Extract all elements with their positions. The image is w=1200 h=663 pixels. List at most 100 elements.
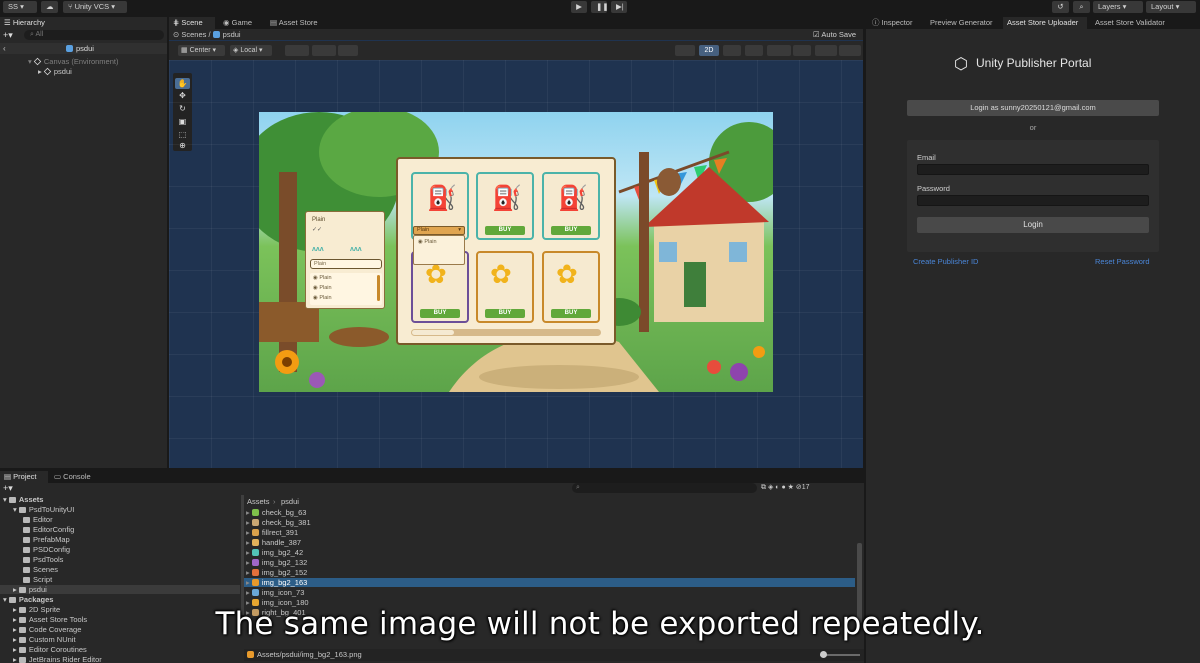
expand-arrow-icon[interactable]: ▸ [13,585,19,594]
space-dropdown[interactable]: ◈ Local ▾ [230,45,272,56]
folder-tree-item[interactable]: ▸ Editor Coroutines [13,645,87,654]
expand-arrow-icon[interactable]: ▸ [246,548,252,557]
file-list-item[interactable]: ▸ check_bg_63 [244,508,855,517]
expand-arrow-icon[interactable]: ▸ [246,578,252,587]
progress-bar[interactable] [411,329,601,336]
vcs-dropdown[interactable]: ⑂ Unity VCS ▾ [63,1,127,13]
layout-dropdown[interactable]: Layout ▾ [1146,1,1196,13]
scene-header[interactable]: ‹ psdui [0,43,167,54]
expand-arrow-icon[interactable]: ▸ [13,645,19,654]
pivot-dropdown[interactable]: ▦ Center ▾ [178,45,225,56]
history-icon[interactable]: ↺ [1052,1,1069,13]
folder-tree-item[interactable]: Scenes [23,565,58,574]
expand-arrow-icon[interactable]: ▸ [246,518,252,527]
info-icon[interactable]: ● [781,484,785,491]
tab-console[interactable]: ▭ Console [50,471,96,483]
expand-arrow-icon[interactable]: ▸ [246,528,252,537]
layers-dropdown[interactable]: Layers ▾ [1093,1,1143,13]
create-asset-icon[interactable]: +▾ [3,483,13,494]
file-list-item[interactable]: ▸ fillrect_391 [244,528,855,537]
shop-item-card[interactable]: ⛽ BUY [542,172,600,240]
folder-tree-item[interactable]: ▸ psdui [0,585,240,594]
dropdown[interactable]: Plain ▾ [413,226,465,235]
breadcrumb-assets[interactable]: Assets [247,497,270,506]
filter-type-icon[interactable]: ⧉ [761,484,766,491]
buy-button[interactable]: BUY [485,226,525,235]
option-item[interactable]: ◉ Plain [313,285,332,291]
expand-arrow-icon[interactable]: ▸ [246,558,252,567]
increment-snap-icon[interactable] [338,45,358,56]
file-list-item[interactable]: ▸ img_bg2_163 [244,578,855,587]
shop-item-card[interactable]: ✿ BUY [476,251,534,323]
favorite-icon[interactable]: ★ [788,484,794,491]
file-list-item[interactable]: ▸ handle_387 [244,538,855,547]
folder-tree-item[interactable]: ▾ Packages [3,595,53,604]
expand-arrow-icon[interactable]: ▸ [246,508,252,517]
file-list-item[interactable]: ▸ img_bg2_42 [244,548,855,557]
game-canvas-preview[interactable]: Plain ✓✓ ᴧᴧᴧ ᴧᴧᴧ Plain ◉ Plain ◉ Plain ◉… [259,112,773,392]
hierarchy-item-psdui[interactable]: ▸ psdui [38,67,72,76]
camera-icon[interactable] [815,45,837,56]
search-icon[interactable]: ⌕ [1073,1,1090,13]
login-as-button[interactable]: Login as sunny20250121@gmail.com [907,100,1159,116]
file-list-item[interactable]: ▸ check_bg_381 [244,518,855,527]
email-field[interactable] [917,164,1149,175]
option-item[interactable]: ◉ Plain [313,275,332,281]
file-list-item[interactable]: ▸ img_bg2_152 [244,568,855,577]
tab-game[interactable]: ◉ Game [219,17,261,29]
tab-inspector[interactable]: ⓘ Inspector [868,17,922,29]
pause-icon[interactable]: ❚❚ [591,1,609,13]
expand-arrow-icon[interactable]: ▸ [246,538,252,547]
buy-button[interactable]: BUY [485,309,525,318]
icon-size-slider[interactable] [820,651,860,658]
filter-label-icon[interactable]: ◈ [768,484,773,491]
account-dropdown[interactable]: SS ▾ [3,1,37,13]
tab-hierarchy[interactable]: ☰ Hierarchy [0,17,167,29]
autosave-toggle[interactable]: ☑ Auto Save [813,30,856,39]
folder-tree-item[interactable]: ▾ Assets [3,495,43,504]
file-list-item[interactable]: ▸ img_icon_73 [244,588,855,597]
text-input[interactable]: Plain [310,259,382,269]
folder-tree-item[interactable]: ▸ JetBrains Rider Editor [13,655,102,663]
dropdown-option[interactable]: ◉ Plain [418,239,437,245]
expand-arrow-icon[interactable]: ▾ [3,595,9,604]
tab-project[interactable]: ▤ Project [0,471,48,483]
expand-arrow-icon[interactable]: ▸ [13,655,19,663]
shop-item-card[interactable]: ✿ BUY [542,251,600,323]
shop-item-card[interactable]: ⛽ BUY [476,172,534,240]
add-icon[interactable]: +▾ [3,30,13,41]
tab-scene[interactable]: ⋕ Scene [169,17,215,29]
slider-handle[interactable] [820,651,827,658]
audio-icon[interactable] [745,45,763,56]
hierarchy-item-canvas[interactable]: ▾ Canvas (Environment) [28,57,118,66]
hidden-objects-icon[interactable] [793,45,811,56]
back-chevron-icon[interactable]: ‹ [3,44,6,53]
lighting-icon[interactable] [723,45,741,56]
grid-snap-icon[interactable] [285,45,309,56]
option-item[interactable]: ◉ Plain [313,295,332,301]
grid-visibility-icon[interactable] [312,45,336,56]
gizmos-icon[interactable] [839,45,861,56]
folder-tree-item[interactable]: Editor [23,515,53,524]
tab-preview-generator[interactable]: Preview Generator [926,17,999,29]
expand-arrow-icon[interactable]: ▸ [246,568,252,577]
breadcrumb-psdui[interactable]: psdui [223,30,241,39]
hierarchy-search-input[interactable]: ⌕ All [24,30,164,40]
tab-asset-store-validator[interactable]: Asset Store Validator [1091,17,1173,29]
login-button[interactable]: Login [917,217,1149,233]
folder-tree-item[interactable]: Script [23,575,52,584]
buy-button[interactable]: BUY [420,309,460,318]
breadcrumb-scenes[interactable]: Scenes [181,30,206,39]
folder-tree-item[interactable]: EditorConfig [23,525,74,534]
folder-tree-item[interactable]: PsdTools [23,555,63,564]
breadcrumb-psdui[interactable]: psdui [281,497,299,506]
option-scrollbar[interactable] [377,275,380,301]
tab-asset-store[interactable]: ▤ Asset Store [266,17,326,29]
filter-warning-icon[interactable]: ◐ [775,484,779,491]
expand-arrow-icon[interactable]: ▸ [246,588,252,597]
draw-mode-icon[interactable] [675,45,695,56]
reset-password-link[interactable]: Reset Password [1095,257,1150,266]
password-field[interactable] [917,195,1149,206]
buy-button[interactable]: BUY [551,226,591,235]
cloud-icon[interactable]: ☁ [41,1,58,13]
